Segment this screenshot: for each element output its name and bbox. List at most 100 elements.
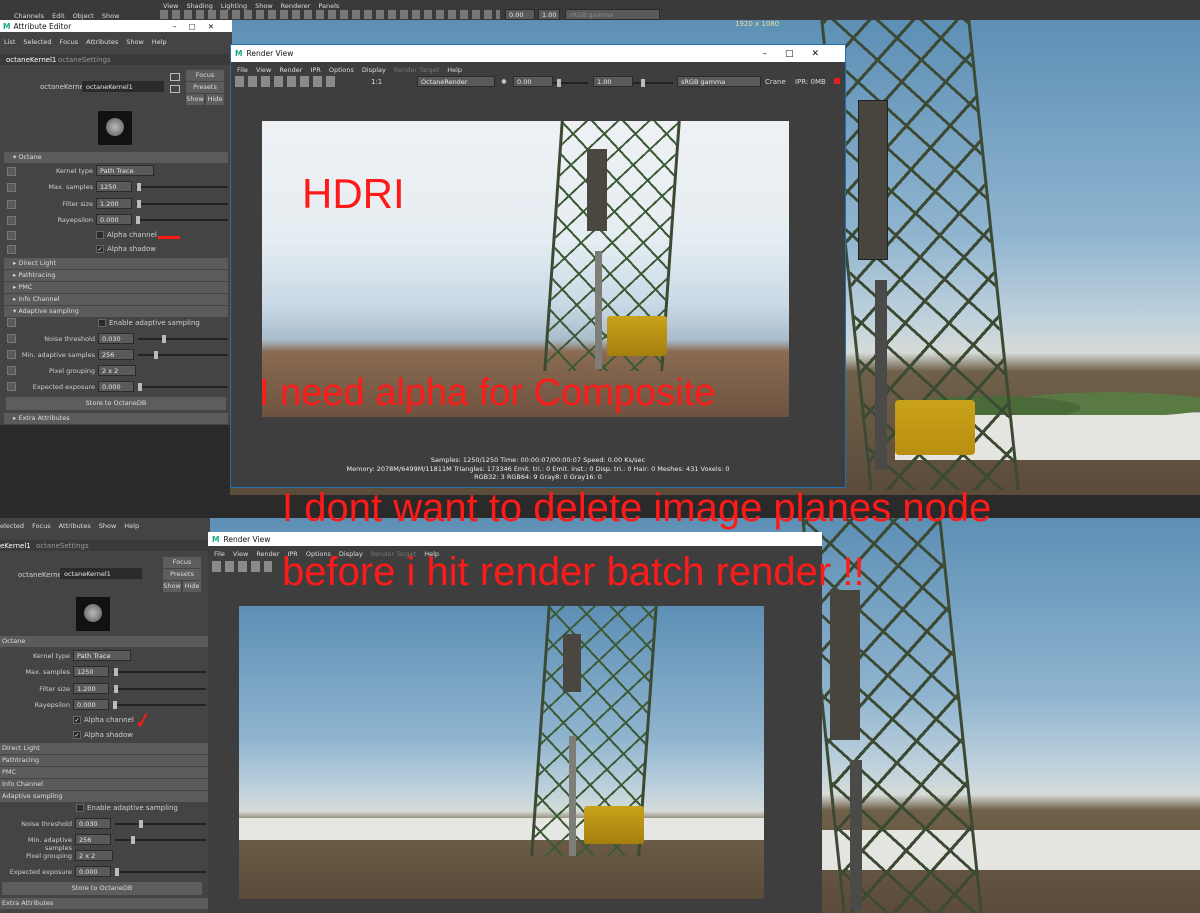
store-octanedb-button[interactable]: Store to OctaneDB — [6, 397, 226, 410]
vp-menu-show[interactable]: Show — [255, 2, 273, 10]
section-pmc[interactable]: ▸ PMC — [4, 282, 228, 293]
expected-exposure-slider[interactable] — [138, 383, 228, 391]
ae2-menu-help[interactable]: Help — [124, 522, 139, 530]
kernel2-dropdown[interactable]: Path Trace — [73, 650, 131, 661]
stop-render-icon[interactable] — [834, 78, 840, 84]
hide2-button[interactable]: Hide — [183, 581, 201, 592]
ae-menu-focus[interactable]: Focus — [60, 38, 79, 46]
section2-info-channel[interactable]: Info Channel — [0, 779, 210, 790]
ae2-menu-show[interactable]: Show — [99, 522, 117, 530]
window-controls[interactable]: –□✕ — [762, 49, 837, 59]
rv-menu-options[interactable]: Options — [329, 66, 354, 74]
menu-show[interactable]: Show — [102, 12, 120, 20]
ratio-label[interactable]: 1:1 — [371, 78, 382, 86]
min-adaptive-slider[interactable] — [138, 351, 228, 359]
colorspace-dropdown[interactable]: sRGB gamma — [677, 76, 761, 87]
rv-menu-render-target[interactable]: Render Target — [394, 66, 439, 74]
expo2-field[interactable]: 0.000 — [75, 866, 111, 877]
ae-menu-selected[interactable]: Selected — [23, 38, 51, 46]
alpha-shadow-checkbox[interactable]: ✓ — [96, 245, 104, 253]
slider-knob[interactable] — [136, 216, 140, 224]
slider-knob[interactable] — [137, 183, 141, 191]
expected-exposure-field[interactable]: 0.000 — [98, 381, 134, 392]
filter-size-field[interactable]: 1.200 — [96, 198, 132, 209]
alpha-channel2-row[interactable]: ✓ Alpha channel — [73, 716, 134, 724]
presets-button[interactable]: Presets — [186, 82, 224, 93]
enable-adaptive-row[interactable]: Enable adaptive sampling — [98, 319, 200, 327]
slider-knob[interactable] — [114, 685, 118, 693]
camera-label[interactable]: Crane — [765, 78, 786, 86]
rv-menu-view[interactable]: View — [256, 66, 271, 74]
render-toolbar-icons[interactable] — [235, 76, 335, 87]
vp-exposure-field[interactable]: 0.00 — [505, 9, 535, 20]
rayepsilon-field[interactable]: 0.000 — [96, 214, 132, 225]
hide-button[interactable]: Hide — [206, 94, 224, 105]
slider-knob[interactable] — [138, 383, 142, 391]
slider-knob[interactable] — [154, 351, 158, 359]
filter2-slider[interactable] — [113, 685, 206, 693]
focus-button[interactable]: Focus — [186, 70, 224, 81]
section-pathtracing[interactable]: ▸ Pathtracing — [4, 270, 228, 281]
max-samples-field[interactable]: 1250 — [96, 181, 132, 192]
max-samples2-field[interactable]: 1250 — [73, 666, 109, 677]
rv2-menu-render[interactable]: Render — [256, 550, 279, 558]
slider-knob[interactable] — [641, 79, 645, 87]
alpha-channel-row[interactable]: Alpha channel — [96, 231, 157, 239]
section2-pathtracing[interactable]: Pathtracing — [0, 755, 210, 766]
noise-threshold-field[interactable]: 0.030 — [98, 333, 134, 344]
enable-adaptive2-row[interactable]: Enable adaptive sampling — [76, 804, 178, 812]
vp-menu-panels[interactable]: Panels — [318, 2, 339, 10]
enable-adaptive-checkbox[interactable] — [98, 319, 106, 327]
section2-pmc[interactable]: PMC — [0, 767, 210, 778]
vp-menu-shading[interactable]: Shading — [186, 2, 212, 10]
store2-button[interactable]: Store to OctaneDB — [2, 882, 202, 895]
filter2-field[interactable]: 1.200 — [73, 683, 109, 694]
node-name-field[interactable]: octaneKernel1 — [82, 81, 164, 92]
presets-icon[interactable] — [170, 85, 180, 93]
ae-menu-attributes[interactable]: Attributes — [86, 38, 118, 46]
slider-knob[interactable] — [137, 200, 141, 208]
rv2-menu-file[interactable]: File — [214, 550, 225, 558]
min-adapt2-slider[interactable] — [115, 836, 206, 844]
gamma-field[interactable]: 1.00 — [593, 76, 633, 87]
slider-knob[interactable] — [162, 335, 166, 343]
menu-channels[interactable]: Channels — [14, 12, 44, 20]
rv-menu-help[interactable]: Help — [447, 66, 462, 74]
rv-menu-display[interactable]: Display — [362, 66, 386, 74]
alpha-shadow2-row[interactable]: ✓ Alpha shadow — [73, 731, 133, 739]
section-info-channel[interactable]: ▸ Info Channel — [4, 294, 228, 305]
vp-menu-lighting[interactable]: Lighting — [221, 2, 247, 10]
noise2-slider[interactable] — [115, 820, 206, 828]
section2-octane[interactable]: Octane — [0, 636, 210, 647]
min-adaptive-field[interactable]: 256 — [98, 349, 134, 360]
rv-menu-file[interactable]: File — [237, 66, 248, 74]
slider-knob[interactable] — [131, 836, 135, 844]
focus2-button[interactable]: Focus — [163, 557, 201, 568]
slider-knob[interactable] — [115, 868, 119, 876]
renderer-dropdown[interactable]: OctaneRender — [417, 76, 495, 87]
slider-knob[interactable] — [139, 820, 143, 828]
filter-size-slider[interactable] — [136, 200, 228, 208]
alpha-channel-checkbox[interactable] — [96, 231, 104, 239]
max-samples2-slider[interactable] — [113, 668, 206, 676]
noise2-field[interactable]: 0.030 — [75, 818, 111, 829]
alpha-shadow-row[interactable]: ✓ Alpha shadow — [96, 245, 156, 253]
section2-direct-light[interactable]: Direct Light — [0, 743, 210, 754]
render2-toolbar-icons[interactable] — [212, 561, 272, 572]
ae2-menu-focus[interactable]: Focus — [32, 522, 51, 530]
vp-menu-renderer[interactable]: Renderer — [281, 2, 311, 10]
presets2-button[interactable]: Presets — [163, 569, 201, 580]
ae-menu-help[interactable]: Help — [152, 38, 167, 46]
gamma-slider[interactable] — [633, 79, 673, 87]
ae2-menu-selected[interactable]: elected — [0, 522, 24, 530]
exposure-slider[interactable] — [553, 79, 588, 87]
ae2-menu-attributes[interactable]: Attributes — [59, 522, 91, 530]
slider-knob[interactable] — [114, 668, 118, 676]
pixel-grouping-dropdown[interactable]: 2 x 2 — [98, 365, 136, 376]
expo2-slider[interactable] — [115, 868, 206, 876]
kernel-type-dropdown[interactable]: Path Trace — [96, 165, 154, 176]
menu-object[interactable]: Object — [73, 12, 94, 20]
slider-knob[interactable] — [557, 79, 561, 87]
tab2-octanesettings[interactable]: octaneSettings — [36, 542, 89, 550]
section2-extra[interactable]: Extra Attributes — [0, 898, 210, 909]
